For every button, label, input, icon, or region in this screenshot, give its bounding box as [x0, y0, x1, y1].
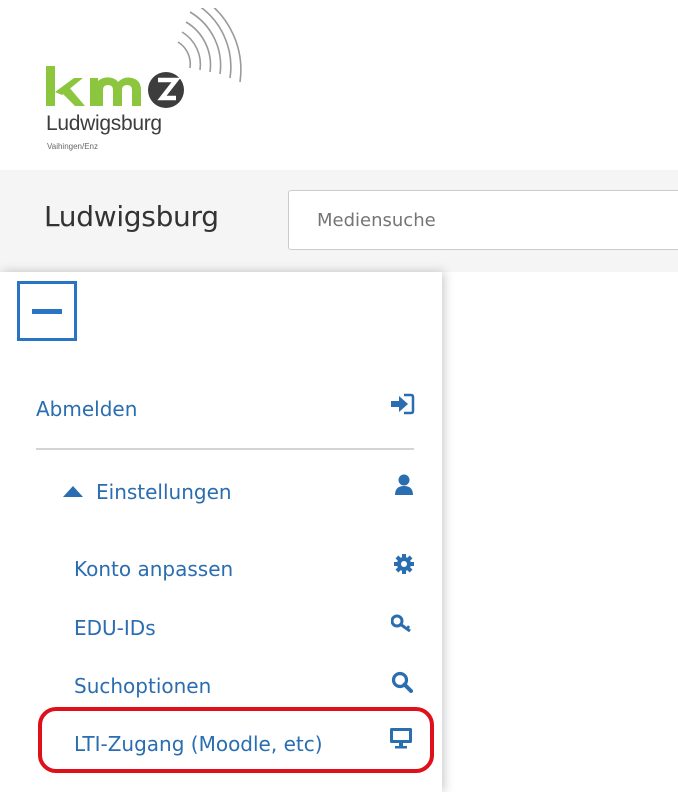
- media-search-input[interactable]: [288, 190, 678, 250]
- user-icon: [394, 474, 414, 496]
- site-title[interactable]: Ludwigsburg: [44, 200, 219, 233]
- logout-label: Abmelden: [36, 397, 138, 421]
- kmz-logo[interactable]: Ludwigsburg Vaihingen/Enz: [40, 8, 260, 158]
- menu-item-edu-ids[interactable]: EDU-IDs: [74, 616, 156, 640]
- minus-icon: [32, 309, 62, 314]
- menu-item-label: EDU-IDs: [74, 616, 156, 640]
- settings-label: Einstellungen: [96, 480, 232, 504]
- menu-item-konto-anpassen[interactable]: Konto anpassen: [74, 557, 233, 581]
- logo-city-text: Ludwigsburg: [46, 112, 162, 135]
- collapse-menu-button[interactable]: [17, 281, 77, 341]
- menu-divider: [36, 448, 414, 450]
- menu-item-label: Konto anpassen: [74, 557, 234, 581]
- highlight-annotation: [38, 707, 434, 773]
- menu-item-suchoptionen[interactable]: Suchoptionen: [74, 674, 211, 698]
- search-icon: [391, 671, 413, 693]
- caret-up-icon: [63, 486, 83, 497]
- gear-icon: [393, 553, 415, 575]
- sign-in-icon: [389, 393, 415, 415]
- key-icon: [391, 614, 413, 634]
- logo-sub-text: Vaihingen/Enz: [47, 142, 98, 151]
- menu-item-label: Suchoptionen: [74, 674, 212, 698]
- logout-link[interactable]: Abmelden: [36, 397, 137, 421]
